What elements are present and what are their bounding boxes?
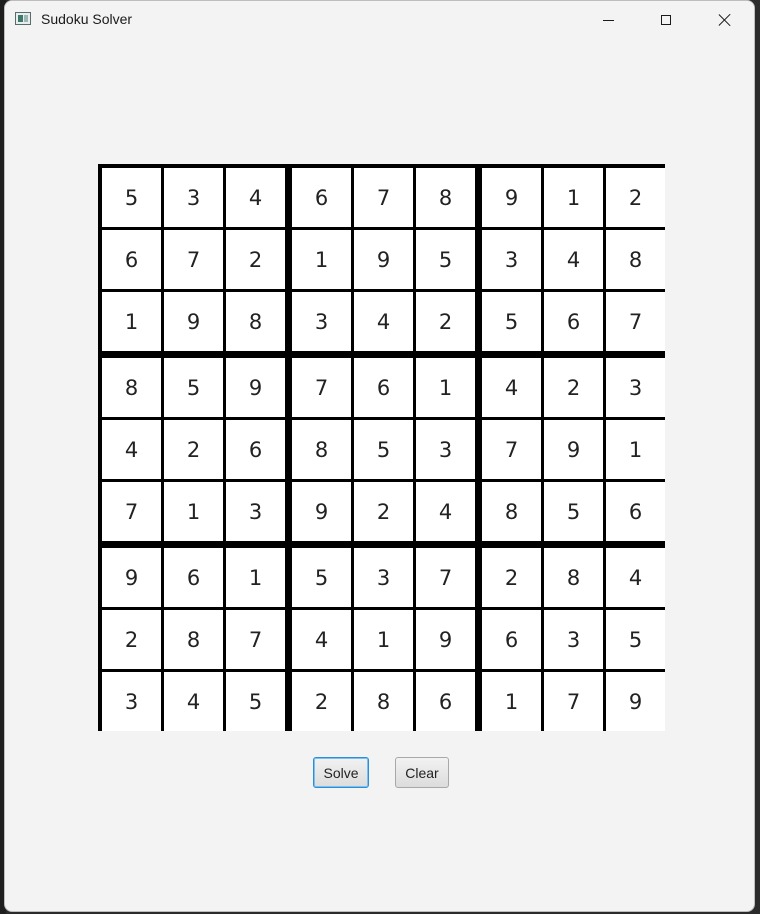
- sudoku-cell-r4-c1[interactable]: 8: [102, 358, 161, 417]
- sudoku-cell-r5-c6[interactable]: 3: [416, 420, 475, 479]
- sudoku-cell-r8-c8[interactable]: 3: [544, 610, 603, 669]
- sudoku-cell-r8-c1[interactable]: 2: [102, 610, 161, 669]
- sudoku-cell-r3-c3[interactable]: 8: [226, 292, 285, 351]
- sudoku-cell-r3-c1[interactable]: 1: [102, 292, 161, 351]
- close-button[interactable]: [696, 1, 754, 39]
- sudoku-board: 5346789126721953481983425678597614234268…: [98, 164, 665, 731]
- app-icon: [15, 12, 31, 25]
- sudoku-cell-r2-c8[interactable]: 4: [544, 230, 603, 289]
- sudoku-cell-r1-c7[interactable]: 9: [482, 168, 541, 227]
- sudoku-cell-r5-c3[interactable]: 6: [226, 420, 285, 479]
- sudoku-cell-r9-c8[interactable]: 7: [544, 672, 603, 731]
- sudoku-cell-r3-c9[interactable]: 7: [606, 292, 665, 351]
- sudoku-cell-r8-c9[interactable]: 5: [606, 610, 665, 669]
- sudoku-cell-r7-c5[interactable]: 3: [354, 548, 413, 607]
- sudoku-cell-r8-c2[interactable]: 8: [164, 610, 223, 669]
- sudoku-cell-r1-c8[interactable]: 1: [544, 168, 603, 227]
- sudoku-cell-r4-c6[interactable]: 1: [416, 358, 475, 417]
- sudoku-cell-r3-c5[interactable]: 4: [354, 292, 413, 351]
- maximize-icon: [661, 15, 671, 25]
- minimize-icon: [602, 19, 614, 21]
- window-title: Sudoku Solver: [41, 11, 133, 27]
- sudoku-cell-r6-c3[interactable]: 3: [226, 482, 285, 541]
- sudoku-cell-r1-c5[interactable]: 7: [354, 168, 413, 227]
- sudoku-cell-r6-c2[interactable]: 1: [164, 482, 223, 541]
- sudoku-cell-r3-c7[interactable]: 5: [482, 292, 541, 351]
- sudoku-cell-r6-c5[interactable]: 2: [354, 482, 413, 541]
- sudoku-cell-r3-c4[interactable]: 3: [292, 292, 351, 351]
- maximize-button[interactable]: [637, 1, 695, 39]
- sudoku-cell-r5-c8[interactable]: 9: [544, 420, 603, 479]
- sudoku-cell-r1-c9[interactable]: 2: [606, 168, 665, 227]
- minimize-button[interactable]: [579, 1, 637, 39]
- app-window: Sudoku Solver 53467891267219534819834256…: [4, 0, 755, 912]
- sudoku-cell-r6-c4[interactable]: 9: [292, 482, 351, 541]
- sudoku-cell-r1-c2[interactable]: 3: [164, 168, 223, 227]
- sudoku-cell-r7-c9[interactable]: 4: [606, 548, 665, 607]
- sudoku-cell-r9-c1[interactable]: 3: [102, 672, 161, 731]
- clear-button[interactable]: Clear: [395, 757, 449, 788]
- sudoku-cell-r6-c8[interactable]: 5: [544, 482, 603, 541]
- sudoku-cell-r9-c5[interactable]: 8: [354, 672, 413, 731]
- sudoku-cell-r9-c3[interactable]: 5: [226, 672, 285, 731]
- sudoku-cell-r8-c6[interactable]: 9: [416, 610, 475, 669]
- sudoku-cell-r5-c7[interactable]: 7: [482, 420, 541, 479]
- sudoku-cell-r3-c6[interactable]: 2: [416, 292, 475, 351]
- sudoku-cell-r7-c2[interactable]: 6: [164, 548, 223, 607]
- sudoku-cell-r3-c2[interactable]: 9: [164, 292, 223, 351]
- sudoku-cell-r4-c2[interactable]: 5: [164, 358, 223, 417]
- sudoku-cell-r4-c5[interactable]: 6: [354, 358, 413, 417]
- sudoku-cell-r4-c7[interactable]: 4: [482, 358, 541, 417]
- sudoku-cell-r1-c4[interactable]: 6: [292, 168, 351, 227]
- sudoku-cell-r7-c7[interactable]: 2: [482, 548, 541, 607]
- sudoku-cell-r1-c1[interactable]: 5: [102, 168, 161, 227]
- sudoku-cell-r2-c1[interactable]: 6: [102, 230, 161, 289]
- sudoku-cell-r7-c3[interactable]: 1: [226, 548, 285, 607]
- sudoku-cell-r2-c3[interactable]: 2: [226, 230, 285, 289]
- sudoku-cell-r8-c7[interactable]: 6: [482, 610, 541, 669]
- sudoku-cell-r4-c3[interactable]: 9: [226, 358, 285, 417]
- sudoku-cell-r7-c1[interactable]: 9: [102, 548, 161, 607]
- sudoku-cell-r6-c6[interactable]: 4: [416, 482, 475, 541]
- sudoku-cell-r6-c9[interactable]: 6: [606, 482, 665, 541]
- sudoku-cell-r2-c5[interactable]: 9: [354, 230, 413, 289]
- sudoku-cell-r4-c8[interactable]: 2: [544, 358, 603, 417]
- sudoku-cell-r3-c8[interactable]: 6: [544, 292, 603, 351]
- sudoku-cell-r2-c9[interactable]: 8: [606, 230, 665, 289]
- sudoku-cell-r1-c3[interactable]: 4: [226, 168, 285, 227]
- sudoku-cell-r9-c7[interactable]: 1: [482, 672, 541, 731]
- sudoku-cell-r1-c6[interactable]: 8: [416, 168, 475, 227]
- sudoku-cell-r9-c4[interactable]: 2: [292, 672, 351, 731]
- sudoku-cell-r2-c7[interactable]: 3: [482, 230, 541, 289]
- sudoku-cell-r5-c9[interactable]: 1: [606, 420, 665, 479]
- sudoku-cell-r5-c1[interactable]: 4: [102, 420, 161, 479]
- sudoku-cell-r7-c6[interactable]: 7: [416, 548, 475, 607]
- sudoku-cell-r2-c6[interactable]: 5: [416, 230, 475, 289]
- sudoku-cell-r8-c4[interactable]: 4: [292, 610, 351, 669]
- sudoku-cell-r9-c2[interactable]: 4: [164, 672, 223, 731]
- sudoku-cell-r5-c5[interactable]: 5: [354, 420, 413, 479]
- close-icon: [718, 13, 732, 27]
- sudoku-cell-r7-c4[interactable]: 5: [292, 548, 351, 607]
- sudoku-cell-r6-c7[interactable]: 8: [482, 482, 541, 541]
- sudoku-cell-r2-c4[interactable]: 1: [292, 230, 351, 289]
- sudoku-cell-r6-c1[interactable]: 7: [102, 482, 161, 541]
- sudoku-cell-r8-c5[interactable]: 1: [354, 610, 413, 669]
- sudoku-cell-r9-c9[interactable]: 9: [606, 672, 665, 731]
- solve-button[interactable]: Solve: [313, 757, 369, 788]
- sudoku-cell-r4-c4[interactable]: 7: [292, 358, 351, 417]
- sudoku-cell-r7-c8[interactable]: 8: [544, 548, 603, 607]
- sudoku-cell-r8-c3[interactable]: 7: [226, 610, 285, 669]
- sudoku-cell-r4-c9[interactable]: 3: [606, 358, 665, 417]
- sudoku-cell-r5-c4[interactable]: 8: [292, 420, 351, 479]
- title-bar[interactable]: Sudoku Solver: [5, 1, 754, 39]
- sudoku-cell-r9-c6[interactable]: 6: [416, 672, 475, 731]
- sudoku-cell-r5-c2[interactable]: 2: [164, 420, 223, 479]
- sudoku-cell-r2-c2[interactable]: 7: [164, 230, 223, 289]
